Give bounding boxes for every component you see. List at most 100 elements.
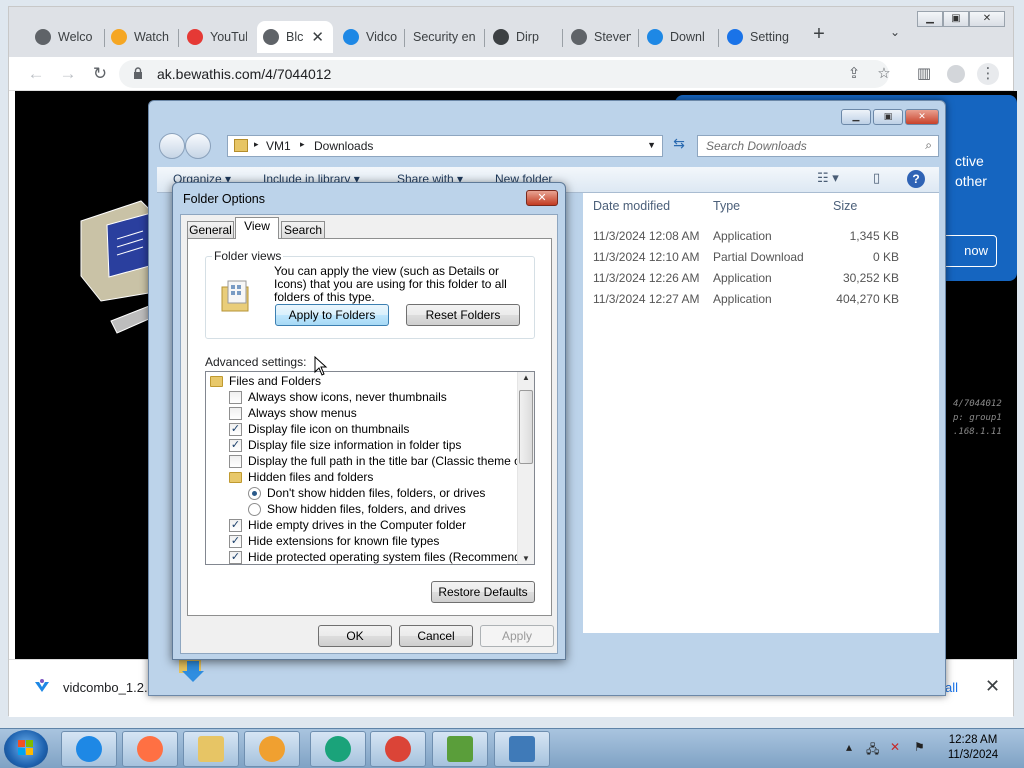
side-panel-icon[interactable]: ▥	[913, 63, 935, 85]
checkbox[interactable]	[229, 390, 242, 404]
file-row-type[interactable]: Application	[713, 271, 772, 285]
tab-search[interactable]: Search	[281, 221, 325, 239]
browser-tab[interactable]: Downl	[641, 21, 717, 53]
file-row-size[interactable]: 404,270 KB	[836, 292, 899, 306]
explorer-search-field[interactable]: Search Downloads ⌕	[697, 135, 939, 157]
apply-to-folders-button[interactable]: Apply to Folders	[275, 304, 389, 326]
dialog-close-button[interactable]: ✕	[526, 190, 558, 206]
scroll-down-icon[interactable]: ▼	[522, 554, 530, 563]
browser-tab[interactable]: Setting	[721, 21, 795, 53]
radio-button[interactable]	[248, 502, 261, 516]
close-window-button[interactable]: ✕	[969, 11, 1005, 27]
settings-option[interactable]: Display the full path in the title bar (…	[229, 453, 534, 469]
taskbar-app-button[interactable]	[370, 731, 426, 767]
reload-button[interactable]: ↻	[89, 63, 111, 85]
explorer-close-button[interactable]: ✕	[905, 109, 939, 125]
explorer-minimize-button[interactable]: ▁	[841, 109, 871, 125]
scrollbar-thumb[interactable]	[519, 390, 533, 464]
volume-muted-icon[interactable]: ✕	[890, 740, 900, 754]
checkbox[interactable]: ✓	[229, 518, 242, 532]
column-date-modified[interactable]: Date modified	[593, 199, 670, 213]
file-row-date[interactable]: 11/3/2024 12:26 AM	[593, 271, 700, 285]
file-row-date[interactable]: 11/3/2024 12:10 AM	[593, 250, 700, 264]
taskbar-app-button[interactable]	[310, 731, 366, 767]
browser-tab[interactable]: Dirp	[487, 21, 561, 53]
scroll-up-icon[interactable]: ▲	[522, 373, 530, 382]
chevron-down-icon[interactable]: ▼	[647, 140, 656, 150]
taskbar-app-button[interactable]	[244, 731, 300, 767]
settings-option[interactable]: Always show menus	[229, 405, 357, 421]
action-center-flag-icon[interactable]: ⚑	[914, 740, 925, 754]
close-shelf-icon[interactable]: ✕	[985, 676, 1000, 697]
browser-tab[interactable]: YouTul	[181, 21, 253, 53]
restore-defaults-button[interactable]: Restore Defaults	[431, 581, 535, 603]
advanced-settings-scrollbar[interactable]: ▲ ▼	[517, 372, 534, 564]
column-type[interactable]: Type	[713, 199, 740, 213]
tab-view[interactable]: View	[235, 217, 279, 239]
settings-option[interactable]: Show hidden files, folders, and drives	[248, 501, 466, 517]
checkbox[interactable]: ✓	[229, 534, 242, 548]
file-row-size[interactable]: 30,252 KB	[843, 271, 899, 285]
settings-option[interactable]: ✓ Hide extensions for known file types	[229, 533, 439, 549]
tab-search-button[interactable]: ⌄	[885, 25, 905, 45]
forward-button[interactable]: →	[57, 63, 79, 85]
new-tab-button[interactable]: +	[807, 23, 831, 47]
radio-button[interactable]	[248, 486, 261, 500]
back-forward-buttons[interactable]	[159, 133, 211, 159]
show-all-downloads-link[interactable]: all	[945, 680, 958, 695]
preview-pane-icon[interactable]: ▯	[873, 170, 880, 186]
view-options-icon[interactable]: ☷ ▾	[817, 170, 839, 186]
file-row-type[interactable]: Application	[713, 292, 772, 306]
settings-option[interactable]: ✓ Hide protected operating system files (…	[229, 549, 534, 564]
network-icon[interactable]: 🖧	[866, 740, 879, 761]
download-item-name[interactable]: vidcombo_1.2.(	[63, 680, 152, 695]
file-row-size[interactable]: 1,345 KB	[850, 229, 899, 243]
file-row-date[interactable]: 11/3/2024 12:27 AM	[593, 292, 700, 306]
settings-option[interactable]: Don't show hidden files, folders, or dri…	[248, 485, 485, 501]
column-size[interactable]: Size	[833, 199, 857, 213]
taskbar-app-button[interactable]	[183, 731, 239, 767]
checkbox[interactable]: ✓	[229, 422, 242, 436]
tray-overflow-icon[interactable]: ▴	[846, 740, 852, 754]
checkbox[interactable]: ✓	[229, 550, 242, 564]
explorer-address-bar[interactable]: ▸ VM1 ▸ Downloads ▼	[227, 135, 663, 157]
file-row-date[interactable]: 11/3/2024 12:08 AM	[593, 229, 700, 243]
settings-option[interactable]: Always show icons, never thumbnails	[229, 389, 447, 405]
address-bar[interactable]: ak.bewathis.com/4/7044012	[119, 60, 889, 88]
menu-kebab-icon[interactable]: ⋮	[977, 63, 999, 85]
breadcrumb-downloads[interactable]: Downloads	[314, 139, 373, 153]
profile-avatar-icon[interactable]	[945, 63, 967, 85]
settings-option[interactable]: ✓ Display file size information in folder…	[229, 437, 461, 453]
browser-tab[interactable]: Vidcor	[337, 21, 403, 53]
settings-option[interactable]: ✓ Hide empty drives in the Computer folde…	[229, 517, 466, 533]
cancel-button[interactable]: Cancel	[399, 625, 473, 647]
breadcrumb-vm1[interactable]: VM1	[266, 139, 291, 153]
apply-button[interactable]: Apply	[480, 625, 554, 647]
taskbar-app-button[interactable]	[432, 731, 488, 767]
checkbox[interactable]	[229, 406, 242, 420]
system-clock[interactable]: 12:28 AM 11/3/2024	[946, 733, 1000, 763]
checkbox[interactable]	[229, 454, 242, 468]
share-icon[interactable]: ⇪	[843, 63, 865, 85]
ok-button[interactable]: OK	[318, 625, 392, 647]
tab-close-icon[interactable]: ✕	[311, 28, 324, 46]
settings-option[interactable]: ✓ Display file icon on thumbnails	[229, 421, 409, 437]
browser-tab[interactable]: Security en	[407, 21, 483, 53]
bookmark-star-icon[interactable]: ☆	[873, 63, 895, 85]
browser-tab[interactable]: Watch	[105, 21, 177, 53]
minimize-button[interactable]: ▁	[917, 11, 943, 27]
explorer-maximize-button[interactable]: ▣	[873, 109, 903, 125]
tab-general[interactable]: General	[187, 221, 234, 239]
banner-action-button[interactable]: now	[937, 235, 997, 267]
restore-button[interactable]: ▣	[943, 11, 969, 27]
refresh-icon[interactable]: ⇆	[667, 135, 691, 157]
start-button[interactable]	[4, 730, 48, 768]
taskbar-app-button[interactable]	[122, 731, 178, 767]
checkbox[interactable]: ✓	[229, 438, 242, 452]
taskbar-app-button[interactable]	[494, 731, 550, 767]
file-row-type[interactable]: Partial Download	[713, 250, 804, 264]
browser-tab[interactable]: Steven	[565, 21, 637, 53]
browser-tab[interactable]: Welco	[29, 21, 103, 53]
file-row-size[interactable]: 0 KB	[873, 250, 899, 264]
file-row-type[interactable]: Application	[713, 229, 772, 243]
